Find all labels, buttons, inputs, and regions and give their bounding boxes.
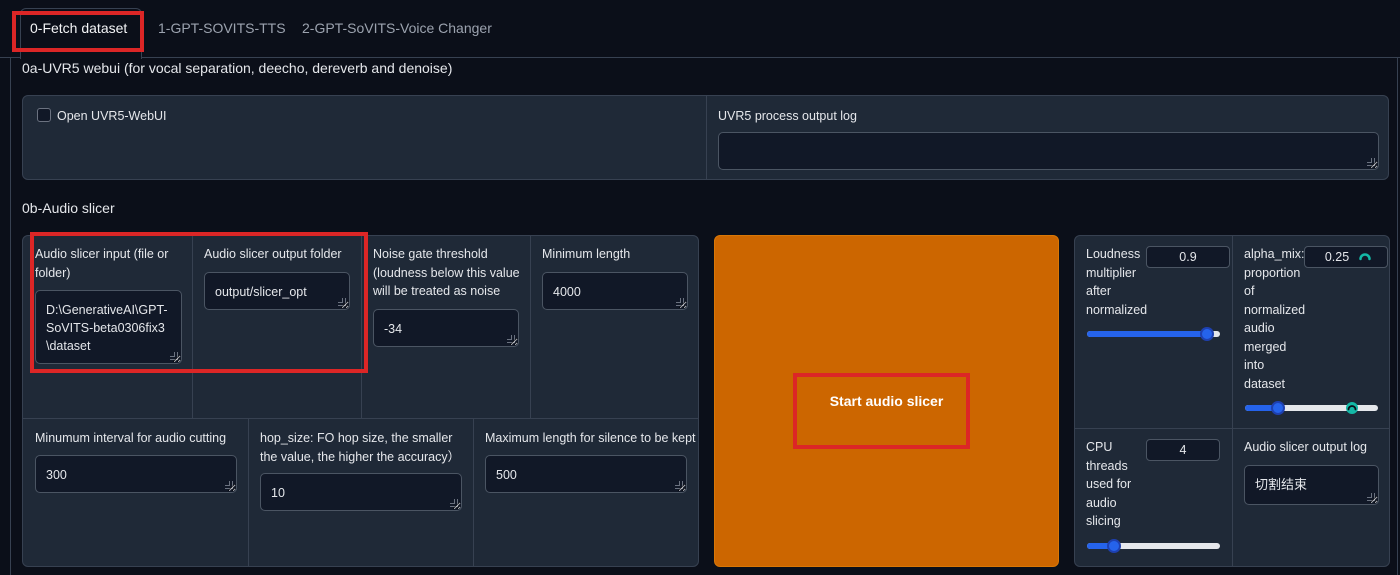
tab-fetch-dataset[interactable]: 0-Fetch dataset <box>30 20 127 36</box>
col-divider <box>361 236 362 418</box>
threshold-text: -34 <box>384 322 403 336</box>
slicer-log-label: Audio slicer output log <box>1244 440 1367 454</box>
min-length-label: Minimum length <box>542 247 631 261</box>
loading-spinner-icon <box>1359 253 1371 261</box>
tab-bar: 0-Fetch dataset 1-GPT-SOVITS-TTS 2-GPT-S… <box>0 0 1400 59</box>
tab-gpt-sovits-tts[interactable]: 1-GPT-SOVITS-TTS <box>158 20 286 36</box>
row-divider <box>23 418 698 419</box>
slicer-log-text: 切割结束 <box>1255 477 1308 492</box>
slicer-input-field[interactable]: D:\GenerativeAI\GPT-SoVITS-beta0306fix3\… <box>35 290 182 364</box>
col-divider <box>192 236 193 418</box>
resize-grip-icon[interactable] <box>676 298 684 306</box>
uvr-log-label: UVR5 process output log <box>718 109 857 123</box>
max-silence-text: 500 <box>496 468 517 482</box>
slicer-params-panel: Audio slicer input (file or folder) D:\G… <box>22 235 699 567</box>
col-divider <box>1232 236 1233 566</box>
uvr-log-output[interactable] <box>718 132 1379 170</box>
resize-grip-icon[interactable] <box>225 481 233 489</box>
loading-spinner-icon <box>1346 402 1358 414</box>
resize-grip-icon[interactable] <box>450 499 458 507</box>
open-uvr-label[interactable]: Open UVR5-WebUI <box>57 107 167 126</box>
min-length-text: 4000 <box>553 285 581 299</box>
loudness-slider-thumb[interactable] <box>1200 327 1214 341</box>
alpha-mix-label: alpha_mix: proportion of normalized audi… <box>1244 247 1306 391</box>
slicer-output-folder-label: Audio slicer output folder <box>204 247 342 261</box>
hop-size-field[interactable]: 10 <box>260 473 462 511</box>
resize-grip-icon[interactable] <box>170 352 178 360</box>
alpha-mix-slider-thumb[interactable] <box>1271 401 1285 415</box>
hop-size-text: 10 <box>271 486 285 500</box>
open-uvr-checkbox[interactable] <box>37 108 51 122</box>
cpu-threads-slider[interactable] <box>1087 539 1220 553</box>
min-length-field[interactable]: 4000 <box>542 272 688 310</box>
loudness-slider-fill <box>1087 331 1207 337</box>
resize-grip-icon[interactable] <box>338 298 346 306</box>
slicer-output-folder-field[interactable]: output/slicer_opt <box>204 272 350 310</box>
alpha-mix-value: 0.25 <box>1324 250 1350 264</box>
alpha-mix-slider[interactable] <box>1245 401 1378 415</box>
alpha-mix-number[interactable]: 0.25 <box>1304 246 1388 268</box>
resize-grip-icon[interactable] <box>507 335 515 343</box>
resize-grip-icon[interactable] <box>1367 493 1375 501</box>
slicer-section-title: 0b-Audio slicer <box>22 200 115 216</box>
loudness-slider[interactable] <box>1087 327 1220 341</box>
cpu-threads-number[interactable]: 4 <box>1146 439 1220 461</box>
min-interval-text: 300 <box>46 468 67 482</box>
slicer-output-folder-text: output/slicer_opt <box>215 285 307 299</box>
col-divider <box>248 418 249 566</box>
start-audio-slicer-label: Start audio slicer <box>829 393 944 409</box>
uvr-panel: Open UVR5-WebUI UVR5 process output log <box>22 95 1389 180</box>
uvr-section-title: 0a-UVR5 webui (for vocal separation, dee… <box>22 60 453 76</box>
cpu-threads-slider-thumb[interactable] <box>1107 539 1121 553</box>
max-silence-label: Maximum length for silence to be kept <box>485 431 696 445</box>
slicer-options-panel: Loudness multiplier after normalized 0.9… <box>1074 235 1390 567</box>
start-audio-slicer-button[interactable]: Start audio slicer <box>714 235 1059 567</box>
cpu-threads-label: CPU threads used for audio slicing <box>1086 440 1132 528</box>
resize-grip-icon[interactable] <box>1367 158 1375 166</box>
max-silence-field[interactable]: 500 <box>485 455 687 493</box>
uvr-divider <box>706 96 707 179</box>
tab-voice-changer[interactable]: 2-GPT-SoVITS-Voice Changer <box>302 20 492 36</box>
row-divider <box>1075 428 1232 429</box>
slicer-log-output[interactable]: 切割结束 <box>1244 465 1379 505</box>
threshold-field[interactable]: -34 <box>373 309 519 347</box>
slicer-input-text: D:\GenerativeAI\GPT-SoVITS-beta0306fix3\… <box>46 303 168 353</box>
min-interval-field[interactable]: 300 <box>35 455 237 493</box>
loudness-number[interactable]: 0.9 <box>1146 246 1230 268</box>
col-divider <box>530 236 531 418</box>
threshold-label: Noise gate threshold (loudness below thi… <box>373 247 520 298</box>
col-divider <box>473 418 474 566</box>
resize-grip-icon[interactable] <box>675 481 683 489</box>
slicer-input-label: Audio slicer input (file or folder) <box>35 247 169 280</box>
min-interval-label: Minumum interval for audio cutting <box>35 431 227 445</box>
row-divider <box>1232 428 1389 429</box>
hop-size-label: hop_size: FO hop size, the smaller the v… <box>260 431 461 464</box>
